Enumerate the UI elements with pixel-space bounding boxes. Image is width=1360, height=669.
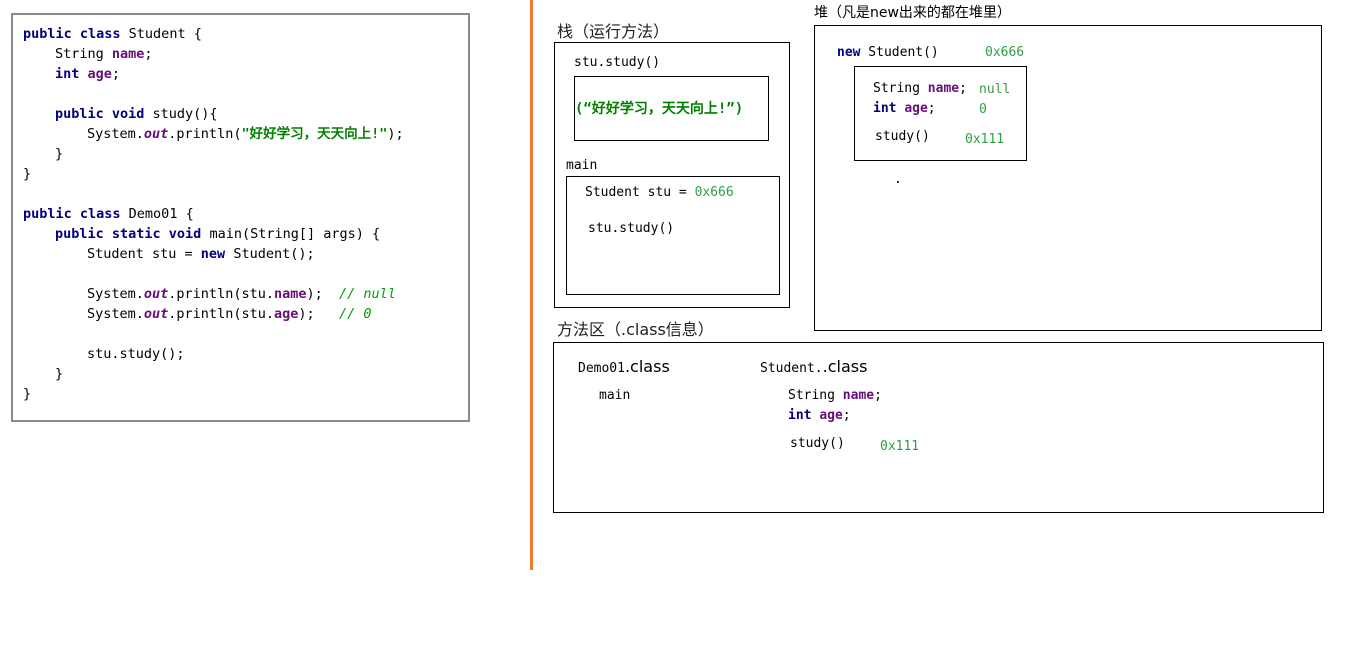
code-text: Student(); <box>225 246 315 262</box>
code-text: main(String[] args) { <box>201 226 381 242</box>
heap-field-age-value: 0 <box>979 102 987 117</box>
code-text: System. <box>87 286 144 302</box>
code-keyword: public class <box>23 206 121 222</box>
code-line-8: public class Demo01 { <box>23 204 194 224</box>
heap-object-type: Student() <box>860 45 939 60</box>
code-text: ); <box>306 286 339 302</box>
code-static-field: out <box>143 286 169 302</box>
code-keyword: public class <box>23 26 121 42</box>
stack-variable-decl: Student stu = <box>585 185 695 200</box>
code-text: ); <box>298 306 339 322</box>
code-field: name <box>111 46 145 62</box>
code-text: study(){ <box>144 106 218 122</box>
code-line-9: public static void main(String[] args) { <box>23 224 380 244</box>
code-field: age <box>273 306 299 322</box>
code-line-7: } <box>23 166 32 182</box>
code-line-1: public class Student { <box>23 24 202 44</box>
code-keyword: public void <box>55 106 145 122</box>
code-keyword: new <box>200 246 226 262</box>
method-area-title: 方法区（.class信息） <box>557 320 714 339</box>
code-static-field: out <box>143 306 169 322</box>
student-class-extension: .class <box>822 357 868 376</box>
code-text: ; <box>874 388 882 403</box>
code-line-15: } <box>23 386 32 402</box>
code-line-10: Student stu = new Student(); <box>23 244 315 264</box>
code-line-13: stu.study(); <box>87 346 185 362</box>
code-string: "好好学习，天天向上!" <box>241 126 388 142</box>
heap-field-age: int age; <box>873 101 936 116</box>
code-field: age <box>904 101 928 116</box>
study-frame-label: stu.study() <box>574 55 661 70</box>
code-field: name <box>927 81 960 96</box>
code-text: ; <box>959 81 967 96</box>
code-text: ; <box>144 46 153 62</box>
main-frame-label: main <box>566 158 598 173</box>
heap-object-address: 0x666 <box>985 45 1025 60</box>
code-line-11: System.out.println(stu.name); // null <box>23 284 396 304</box>
code-text: .println( <box>168 126 242 142</box>
student-class-method-address: 0x111 <box>880 439 920 454</box>
code-text: System. <box>87 126 144 142</box>
code-line-6: } <box>55 146 64 162</box>
demo-class-method: main <box>599 388 631 403</box>
stack-variable: Student stu = 0x666 <box>585 185 734 200</box>
code-line-12: System.out.println(stu.age); // 0 <box>23 304 372 324</box>
code-field: age <box>819 408 843 423</box>
student-class-field-age: int age; <box>788 408 851 423</box>
code-line-14: } <box>55 366 64 382</box>
heap-new-keyword: new <box>837 45 861 60</box>
code-text: String <box>788 388 843 403</box>
code-text: Demo01 { <box>120 206 194 222</box>
code-text: System. <box>87 306 144 322</box>
heap-dot: . <box>894 172 902 187</box>
student-class-name: Student..class <box>760 357 867 376</box>
code-line-5: System.out.println("好好学习，天天向上!"); <box>23 124 404 144</box>
code-keyword: int <box>873 101 897 116</box>
stack-variable-address: 0x666 <box>694 185 734 200</box>
demo-class-label: Demo01 <box>578 361 625 376</box>
code-comment: // 0 <box>339 306 372 322</box>
demo-class-name: Demo01.class <box>578 357 670 376</box>
heap-method-address: 0x111 <box>965 132 1005 147</box>
code-text: ; <box>111 66 121 82</box>
code-comment: // null <box>339 286 396 302</box>
heap-object-header: new Student() <box>837 45 939 60</box>
code-keyword: int <box>788 408 812 423</box>
student-class-label: Student. <box>760 361 823 376</box>
code-field: age <box>87 66 112 82</box>
study-output: (“好好学习，天天向上!”) <box>575 101 744 117</box>
code-text: .println(stu. <box>168 306 274 322</box>
heap-title: 堆（凡是new出来的都在堆里） <box>814 5 1011 21</box>
code-text: ; <box>842 408 851 423</box>
heap-method: study() <box>875 129 930 144</box>
code-line-3: int age; <box>23 64 120 84</box>
code-keyword: public static void <box>55 226 202 242</box>
code-text: Student { <box>120 26 202 42</box>
code-text: ); <box>387 126 404 142</box>
student-class-method: study() <box>790 436 845 451</box>
code-text: String <box>55 46 112 62</box>
stack-call: stu.study() <box>588 221 675 236</box>
code-field: name <box>842 388 875 403</box>
heap-field-name-value: null <box>979 82 1011 97</box>
code-line-2: String name; <box>23 44 153 64</box>
code-field: name <box>273 286 307 302</box>
demo-class-extension: .class <box>624 357 670 376</box>
code-text: .println(stu. <box>168 286 274 302</box>
code-keyword: int <box>55 66 80 82</box>
heap-field-name: String name; <box>873 81 967 96</box>
code-text: String <box>873 81 928 96</box>
code-line-4: public void study(){ <box>23 104 218 124</box>
code-text: Student stu = <box>87 246 201 262</box>
code-static-field: out <box>143 126 169 142</box>
divider-line <box>530 0 533 570</box>
code-panel: public class Student { String name; int … <box>11 13 470 422</box>
stack-title: 栈（运行方法） <box>557 22 670 41</box>
student-class-field-name: String name; <box>788 388 882 403</box>
code-text: ; <box>927 101 936 116</box>
